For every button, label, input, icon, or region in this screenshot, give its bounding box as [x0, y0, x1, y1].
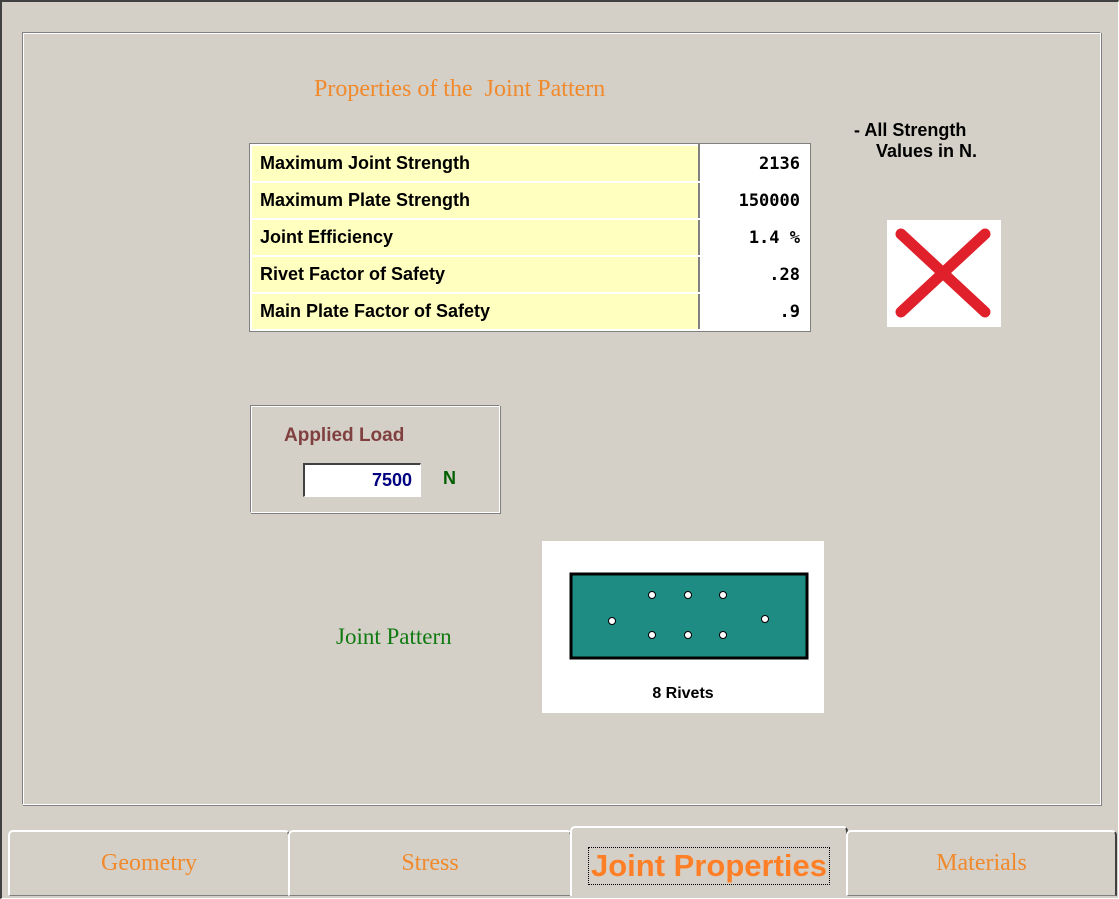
rivet [648, 631, 656, 639]
note-line-2: Values in N. [876, 141, 978, 161]
tab-bar: Geometry Stress Joint Properties Materia… [8, 826, 1117, 896]
rivet [761, 615, 769, 623]
table-row: Maximum Joint Strength 2136 [251, 145, 809, 183]
red-x-fail-icon [895, 228, 991, 318]
row-value: 1.4 % [699, 219, 809, 257]
rivet [719, 591, 727, 599]
tab-geometry[interactable]: Geometry [8, 830, 290, 896]
note-line-1: - All Strength [854, 120, 967, 140]
joint-pattern-label: Joint Pattern [336, 624, 452, 649]
rivet-plate-diagram [569, 572, 809, 660]
status-indicator [887, 220, 1001, 327]
row-value: .28 [699, 256, 809, 294]
tab-stress[interactable]: Stress [288, 830, 572, 896]
window-frame: Properties of the Joint Pattern Maximum … [0, 0, 1119, 899]
row-value: 150000 [699, 182, 809, 220]
plate-shape [569, 572, 809, 660]
applied-load-input[interactable] [303, 463, 421, 497]
table-row: Joint Efficiency 1.4 % [251, 219, 809, 257]
rivet-count-label: 8 Rivets [652, 685, 714, 702]
rivet [684, 591, 692, 599]
applied-load-group: Applied Load N [250, 405, 500, 513]
applied-load-label: Applied Load [284, 425, 405, 446]
tab-joint-properties[interactable]: Joint Properties [570, 826, 848, 896]
properties-title: Properties of the Joint Pattern [314, 76, 606, 102]
strength-units-note: - All Strength Values in N. [854, 120, 1044, 162]
rivet [608, 617, 616, 625]
row-value: .9 [699, 293, 809, 331]
tab-label: Joint Properties [588, 847, 830, 885]
row-label: Maximum Plate Strength [251, 182, 700, 220]
tab-materials[interactable]: Materials [846, 830, 1117, 896]
tab-label: Materials [936, 850, 1027, 876]
row-label: Maximum Joint Strength [251, 145, 700, 183]
table-row: Rivet Factor of Safety .28 [251, 256, 809, 294]
table-row: Maximum Plate Strength 150000 [251, 182, 809, 220]
table-row: Main Plate Factor of Safety .9 [251, 293, 809, 331]
rivet [648, 591, 656, 599]
joint-pattern-diagram: 8 Rivets [542, 541, 824, 713]
applied-load-unit: N [443, 468, 456, 488]
row-label: Joint Efficiency [251, 219, 700, 257]
row-label: Main Plate Factor of Safety [251, 293, 700, 331]
rivet [684, 631, 692, 639]
tab-label: Geometry [101, 850, 197, 876]
tab-label: Stress [401, 850, 459, 876]
row-value: 2136 [699, 145, 809, 183]
row-label: Rivet Factor of Safety [251, 256, 700, 294]
rivet [719, 631, 727, 639]
properties-table: Maximum Joint Strength 2136 Maximum Plat… [249, 143, 811, 332]
